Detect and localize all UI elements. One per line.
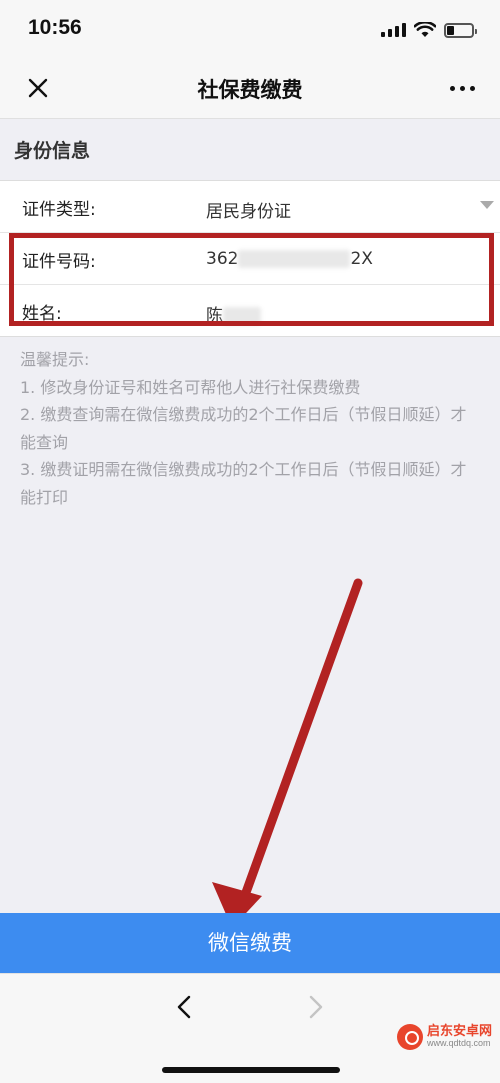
status-bar: 10:56: [0, 0, 500, 58]
watermark-url: www.qdtdq.com: [426, 1038, 491, 1049]
tip-item: 2. 缴费查询需在微信缴费成功的2个工作日后（节假日顺延）才能查询: [20, 405, 467, 452]
page-title: 社保费缴费: [197, 78, 303, 102]
status-icons: [381, 20, 477, 40]
watermark: 启东安卓网 www.qdtdq.com: [396, 1023, 492, 1050]
bottom-toolbar: 启东安卓网 www.qdtdq.com: [0, 973, 500, 1083]
id-type-row[interactable]: 证件类型: 居民身份证: [0, 181, 500, 233]
section-title: 身份信息: [14, 140, 91, 162]
annotation-highlight-box: [9, 233, 494, 326]
home-indicator[interactable]: [162, 1067, 340, 1073]
tip-item: 1. 修改身份证号和姓名可帮他人进行社保费缴费: [20, 377, 361, 397]
id-type-select[interactable]: 居民身份证: [206, 197, 291, 222]
tips-heading: 温馨提示:: [20, 350, 90, 369]
wifi-icon: [414, 22, 436, 37]
wechat-pay-button[interactable]: 微信缴费: [0, 913, 500, 973]
section-header: 身份信息: [0, 118, 500, 180]
signal-icon: [381, 23, 406, 37]
tips-block: 温馨提示: 1. 修改身份证号和姓名可帮他人进行社保费缴费 2. 缴费查询需在微…: [20, 346, 480, 511]
watermark-logo-icon: [396, 1024, 423, 1050]
more-icon[interactable]: [446, 78, 478, 98]
nav-bar: 社保费缴费: [0, 58, 500, 118]
dropdown-arrow-icon[interactable]: [480, 201, 494, 209]
tip-item: 3. 缴费证明需在微信缴费成功的2个工作日后（节假日顺延）才能打印: [20, 460, 467, 507]
battery-icon: [444, 22, 477, 38]
status-time: 10:56: [28, 16, 82, 39]
back-icon[interactable]: [170, 992, 200, 1022]
watermark-name: 启东安卓网: [426, 1023, 492, 1039]
forward-icon[interactable]: [300, 992, 330, 1022]
id-type-label: 证件类型:: [22, 200, 96, 220]
